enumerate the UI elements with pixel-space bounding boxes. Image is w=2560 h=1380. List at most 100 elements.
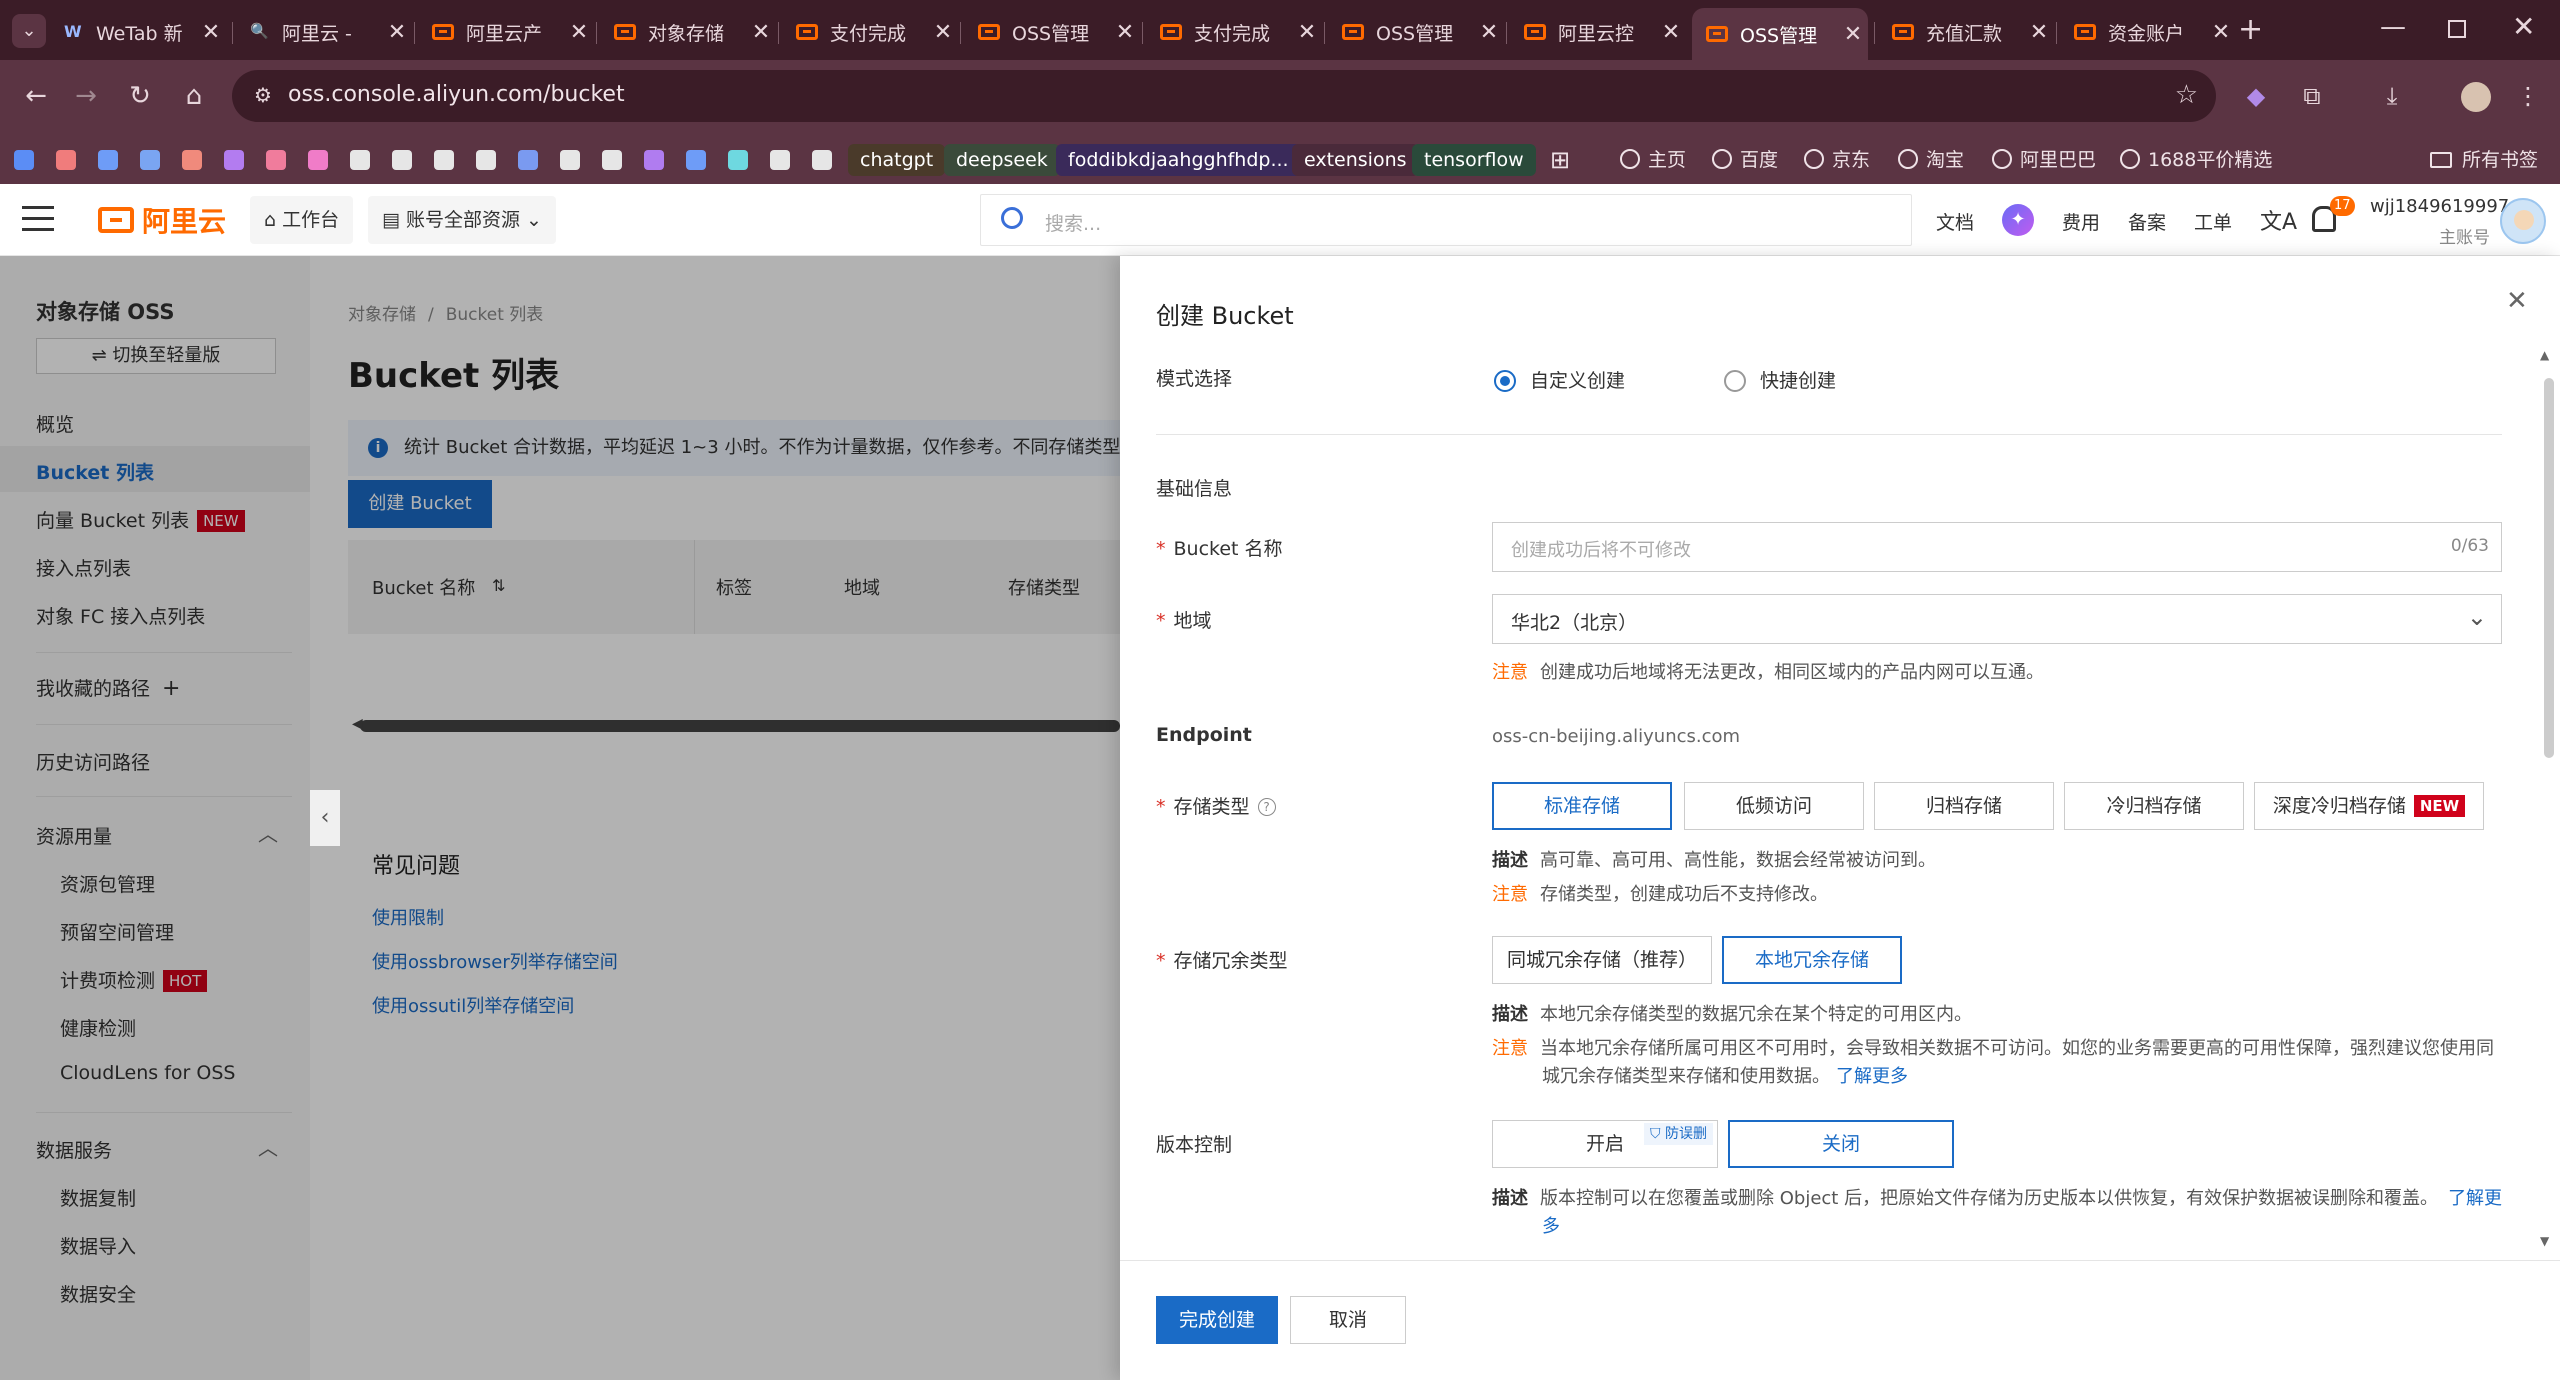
bookmark-link[interactable]: 百度 (1712, 144, 1778, 176)
tab-12[interactable]: 资金账户 ✕ (2060, 12, 2236, 52)
extension-gem-icon[interactable]: ◆ (2236, 76, 2276, 116)
bookmark-folder-chip[interactable]: foddibkdjaahgghfhdp... (1056, 144, 1301, 176)
tab-9[interactable]: 阿里云控 ✕ (1510, 12, 1686, 52)
back-icon[interactable]: ← (18, 78, 54, 114)
storage-deep-cold-option[interactable]: 深度冷归档存储 NEW (2254, 782, 2484, 830)
menu-hamburger-icon[interactable] (22, 206, 54, 232)
scroll-up-icon[interactable]: ▲ (2540, 348, 2549, 362)
avatar[interactable] (2500, 198, 2546, 244)
all-bookmarks[interactable]: 所有书签 (2430, 144, 2538, 176)
modal-overlay[interactable] (0, 256, 1120, 1380)
drawer-scrollbar-thumb[interactable] (2544, 378, 2554, 758)
tab-close-icon[interactable]: ✕ (928, 20, 958, 45)
tab-close-icon[interactable]: ✕ (1110, 20, 1140, 45)
bookmark-favicon-icon[interactable] (392, 150, 412, 170)
bookmark-star-icon[interactable]: ☆ (2175, 80, 2198, 110)
tab-close-icon[interactable]: ✕ (2024, 20, 2054, 45)
bookmark-link[interactable]: 主页 (1620, 144, 1686, 176)
storage-ia-option[interactable]: 低频访问 (1684, 782, 1864, 830)
bookmark-link[interactable]: 阿里巴巴 (1992, 144, 2096, 176)
bookmark-favicon-icon[interactable] (140, 150, 160, 170)
bucket-name-input[interactable]: 创建成功后将不可修改 0/63 (1492, 522, 2502, 572)
learn-more-link-cont[interactable]: 多 (1542, 1212, 1560, 1238)
cancel-button[interactable]: 取消 (1290, 1296, 1406, 1344)
ai-assistant-icon[interactable]: ✦ (2002, 204, 2034, 236)
storage-cold-archive-option[interactable]: 冷归档存储 (2064, 782, 2244, 830)
bookmark-link[interactable]: 京东 (1804, 144, 1870, 176)
bookmark-favicon-icon[interactable] (560, 150, 580, 170)
extensions-puzzle-icon[interactable]: ⧉ (2292, 76, 2332, 116)
apps-grid-icon[interactable]: ⊞ (1550, 146, 1570, 174)
restore-icon[interactable] (2448, 20, 2466, 38)
learn-more-link[interactable]: 了解更多 (1836, 1066, 1908, 1087)
tab-2[interactable]: 🔍 阿里云 - ✕ (236, 12, 412, 52)
bookmark-favicon-icon[interactable] (434, 150, 454, 170)
tab-7[interactable]: 支付完成 ✕ (1146, 12, 1322, 52)
bookmark-favicon-icon[interactable] (686, 150, 706, 170)
submit-button[interactable]: 完成创建 (1156, 1296, 1278, 1344)
bookmark-favicon-icon[interactable] (644, 150, 664, 170)
aliyun-logo[interactable]: 阿里云 (98, 202, 226, 238)
profile-avatar[interactable] (2456, 76, 2496, 116)
bookmark-favicon-icon[interactable] (728, 150, 748, 170)
close-window-icon[interactable]: ✕ (2512, 10, 2535, 43)
home-icon[interactable]: ⌂ (176, 78, 212, 114)
bookmark-favicon-icon[interactable] (98, 150, 118, 170)
address-bar[interactable]: ⚙ oss.console.aliyun.com/bucket ☆ (232, 70, 2216, 122)
resources-dropdown[interactable]: ▤ 账号全部资源 ⌄ (368, 196, 556, 244)
bookmark-favicon-icon[interactable] (266, 150, 286, 170)
bookmark-favicon-icon[interactable] (56, 150, 76, 170)
bookmark-folder-chip[interactable]: deepseek (944, 144, 1060, 176)
close-icon[interactable]: ✕ (2506, 286, 2528, 316)
docs-link[interactable]: 文档 (1936, 208, 1974, 235)
collapse-sidebar-icon[interactable]: ‹ (310, 790, 340, 846)
scroll-down-icon[interactable]: ▼ (2540, 1234, 2549, 1248)
help-icon[interactable]: ? (1257, 798, 1276, 816)
tab-5[interactable]: 支付完成 ✕ (782, 12, 958, 52)
new-tab-icon[interactable]: + (2238, 12, 2263, 47)
bookmark-favicon-icon[interactable] (308, 150, 328, 170)
language-icon[interactable]: 文A (2260, 204, 2297, 236)
billing-link[interactable]: 费用 (2062, 208, 2100, 235)
tab-10[interactable]: OSS管理 ✕ (1692, 8, 1868, 60)
tab-list-dropdown-icon[interactable]: ⌄ (12, 14, 46, 48)
tab-close-icon[interactable]: ✕ (1656, 20, 1686, 45)
account-info[interactable]: wjj1849619997 主账号 (2370, 196, 2509, 248)
bookmark-favicon-icon[interactable] (182, 150, 202, 170)
tab-close-icon[interactable]: ✕ (564, 20, 594, 45)
forward-icon[interactable]: → (68, 78, 104, 114)
bookmark-favicon-icon[interactable] (812, 150, 832, 170)
learn-more-link[interactable]: 了解更 (2448, 1188, 2502, 1209)
tab-3[interactable]: 阿里云产 ✕ (418, 12, 594, 52)
versioning-on-option[interactable]: 开启 ⛉ 防误删 (1492, 1120, 1718, 1168)
workbench-button[interactable]: ⌂ 工作台 (250, 196, 354, 244)
tab-close-icon[interactable]: ✕ (1474, 20, 1504, 45)
storage-standard-option[interactable]: 标准存储 (1492, 782, 1672, 830)
reload-icon[interactable]: ↻ (122, 78, 158, 114)
icp-link[interactable]: 备案 (2128, 208, 2166, 235)
bookmark-link[interactable]: 1688平价精选 (2120, 144, 2272, 176)
tab-11[interactable]: 充值汇款 ✕ (1878, 12, 2054, 52)
tab-8[interactable]: OSS管理 ✕ (1328, 12, 1504, 52)
bookmark-favicon-icon[interactable] (476, 150, 496, 170)
tab-6[interactable]: OSS管理 ✕ (964, 12, 1140, 52)
menu-kebab-icon[interactable]: ⋮ (2508, 76, 2548, 116)
site-info-icon[interactable]: ⚙ (254, 84, 276, 106)
tab-close-icon[interactable]: ✕ (746, 20, 776, 45)
bookmark-favicon-icon[interactable] (224, 150, 244, 170)
region-select[interactable]: 华北2（北京） ⌄ (1492, 594, 2502, 644)
redundancy-zrs-option[interactable]: 同城冗余存储（推荐） (1492, 936, 1712, 984)
tab-close-icon[interactable]: ✕ (2206, 20, 2236, 45)
mode-quick-radio[interactable]: 快捷创建 (1724, 366, 1836, 393)
mode-custom-radio[interactable]: 自定义创建 (1494, 366, 1625, 393)
bookmark-link[interactable]: 淘宝 (1898, 144, 1964, 176)
bookmark-favicon-icon[interactable] (518, 150, 538, 170)
tab-close-icon[interactable]: ✕ (1838, 22, 1868, 47)
tab-4[interactable]: 对象存储 ✕ (600, 12, 776, 52)
bookmark-favicon-icon[interactable] (770, 150, 790, 170)
minimize-icon[interactable]: — (2380, 12, 2406, 42)
storage-archive-option[interactable]: 归档存储 (1874, 782, 2054, 830)
versioning-off-option[interactable]: 关闭 (1728, 1120, 1954, 1168)
bookmark-favicon-icon[interactable] (350, 150, 370, 170)
tab-close-icon[interactable]: ✕ (196, 20, 226, 45)
